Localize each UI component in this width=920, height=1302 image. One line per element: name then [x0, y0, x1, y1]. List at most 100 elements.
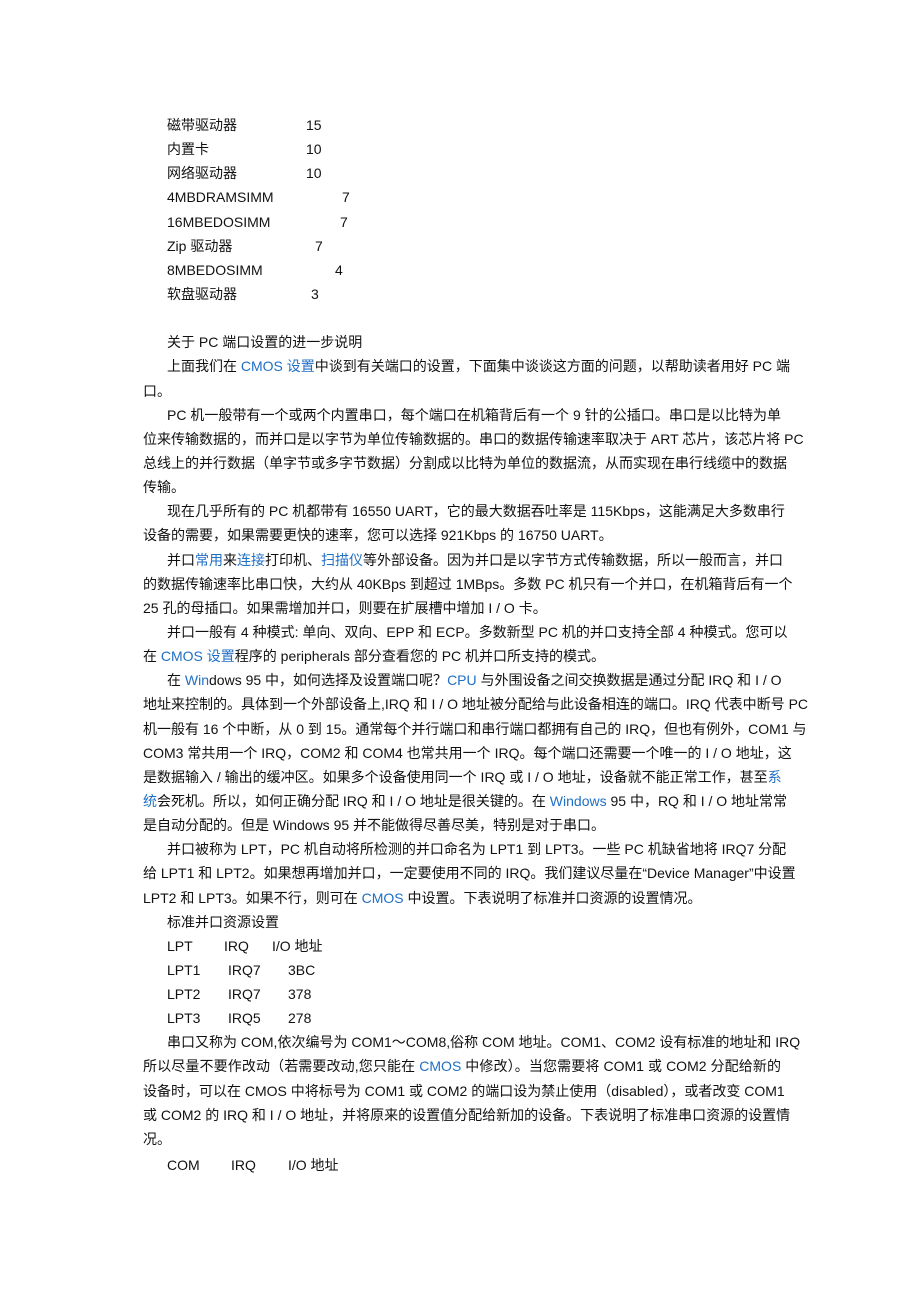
hyperlink[interactable]: 扫描仪	[321, 552, 363, 568]
paragraph-line: 传输。	[143, 475, 781, 499]
paragraph-line: 地址来控制的。具体到一个外部设备上,IRQ 和 I / O 地址被分配给与此设备…	[143, 692, 808, 716]
paragraph-line: 是自动分配的。但是 Windows 95 并不能做得尽善尽美，特别是对于串口。	[143, 813, 781, 837]
table-cell: I/O 地址	[288, 1157, 339, 1174]
table-cell: IRQ5	[228, 1010, 261, 1027]
text-segment: 现在几乎所有的 PC 机都带有 16550 UART，它的最大数据吞吐率是 11…	[167, 503, 785, 520]
device-count: 3	[311, 285, 319, 302]
paragraph-line: COM3 常共用一个 IRQ，COM2 和 COM4 也常共用一个 IRQ。每个…	[143, 741, 792, 765]
paragraph-line: 是数据输入 / 输出的缓冲区。如果多个设备使用同一个 IRQ 或 I / O 地…	[143, 765, 782, 789]
table-header-row: COM IRQ I/O 地址	[143, 1153, 781, 1177]
text-segment: 串口又称为 COM,依次编号为 COM1～COM8,俗称 COM 地址。COM1…	[167, 1034, 801, 1051]
text-segment: LPT2 和 LPT3。如果不行，则可在	[143, 889, 362, 906]
text-segment: 等外部设备。因为并口是以字节方式传输数据，所以一般而言，并口	[363, 551, 783, 568]
hyperlink[interactable]: 系	[768, 769, 782, 785]
text-segment: 或 COM2 的 IRQ 和 I / O 地址，并将原来的设置值分配给新加的设备…	[143, 1106, 791, 1123]
table-cell: I/O 地址	[272, 937, 323, 954]
hyperlink[interactable]: CPU	[447, 672, 477, 688]
table-cell: 378	[288, 986, 312, 1003]
text-segment: 给 LPT1 和 LPT2。如果想再增加并口，一定要使用不同的 IRQ。我们建议…	[143, 865, 796, 882]
table-cell: COM	[167, 1157, 200, 1174]
paragraph: 串口又称为 COM,依次编号为 COM1～COM8,俗称 COM 地址。COM1…	[143, 1030, 800, 1151]
paragraph-line: 串口又称为 COM,依次编号为 COM1～COM8,俗称 COM 地址。COM1…	[143, 1030, 800, 1054]
paragraph-line: 设备时，可以在 CMOS 中将标号为 COM1 或 COM2 的端口设为禁止使用…	[143, 1079, 785, 1103]
text-segment: 来	[223, 551, 237, 568]
paragraph-line: 机一般有 16 个中断，从 0 到 15。通常每个并行端口和串行端口都拥有自己的…	[143, 717, 807, 741]
paragraph-line: 并口被称为 LPT，PC 机自动将所检测的并口命名为 LPT1 到 LPT3。一…	[143, 837, 786, 861]
paragraph: 并口被称为 LPT，PC 机自动将所检测的并口命名为 LPT1 到 LPT3。一…	[143, 837, 796, 910]
device-count: 10	[306, 141, 322, 158]
device-count: 7	[342, 189, 350, 206]
paragraph-line: 并口一般有 4 种模式: 单向、双向、EPP 和 ECP。多数新型 PC 机的并…	[143, 620, 787, 644]
table-cell: IRQ	[224, 937, 249, 954]
paragraph: 在 Windows 95 中，如何选择及设置端口呢？CPU 与外围设备之间交换数…	[143, 668, 808, 837]
text-segment: 在	[167, 672, 185, 689]
device-list-item: 内置卡 10	[143, 137, 781, 161]
paragraph-line: 统会死机。所以，如何正确分配 IRQ 和 I / O 地址是很关键的。在 Win…	[143, 789, 787, 813]
paragraph-line: 并口常用来连接打印机、扫描仪等外部设备。因为并口是以字节方式传输数据，所以一般而…	[143, 548, 783, 572]
hyperlink[interactable]: CMOS 设置	[241, 358, 315, 374]
paragraph-line: 况。	[143, 1127, 781, 1151]
section-title: 关于 PC 端口设置的进一步说明	[167, 334, 363, 351]
hyperlink[interactable]: CMOS 设置	[161, 648, 235, 664]
text-segment: 的数据传输速率比串口快，大约从 40KBps 到超过 1MBps。多数 PC 机…	[143, 575, 793, 592]
device-list-item: 软盘驱动器 3	[143, 282, 781, 306]
device-name: 软盘驱动器	[167, 285, 237, 302]
paragraph-line: 所以尽量不要作改动（若需要改动,您只能在 CMOS 中修改）。当您需要将 COM…	[143, 1054, 781, 1078]
text-segment: 中谈到有关端口的设置，下面集中谈谈这方面的问题，以帮助读者用好 PC 端	[314, 358, 791, 375]
paragraph-line: PC 机一般带有一个或两个内置串口，每个端口在机箱背后有一个 9 针的公插口。串…	[143, 403, 781, 427]
text-segment: 并口	[167, 551, 195, 568]
text-segment: 位来传输数据的，而并口是以字节为单位传输数据的。串口的数据传输速率取决于 ART…	[143, 430, 804, 447]
device-list-item: 4MBDRAMSIMM 7	[143, 185, 781, 209]
text-segment: 机一般有 16 个中断，从 0 到 15。通常每个并行端口和串行端口都拥有自己的…	[143, 720, 807, 737]
table-row: LPT3 IRQ5 278	[143, 1006, 781, 1030]
text-segment: COM3 常共用一个 IRQ，COM2 和 COM4 也常共用一个 IRQ。每个…	[143, 744, 792, 761]
device-name: 网络驱动器	[167, 165, 237, 182]
text-segment: 是自动分配的。但是 Windows 95 并不能做得尽善尽美，特别是对于串口。	[143, 817, 606, 834]
table-cell: IRQ7	[228, 961, 261, 978]
device-name: Zip 驱动器	[167, 237, 233, 254]
device-name: 16MBEDOSIMM	[167, 213, 271, 230]
text-segment: 并口一般有 4 种模式: 单向、双向、EPP 和 ECP。多数新型 PC 机的并…	[167, 623, 788, 640]
paragraph: 并口常用来连接打印机、扫描仪等外部设备。因为并口是以字节方式传输数据，所以一般而…	[143, 548, 793, 620]
text-segment: 25 孔的母插口。如果需增加并口，则要在扩展槽中增加 I / O 卡。	[143, 599, 547, 616]
hyperlink[interactable]: 连接	[237, 552, 265, 568]
text-segment: 口。	[143, 382, 171, 399]
table-cell: LPT2	[167, 986, 201, 1003]
paragraph: PC 机一般带有一个或两个内置串口，每个端口在机箱背后有一个 9 针的公插口。串…	[143, 403, 804, 500]
paragraph: 并口一般有 4 种模式: 单向、双向、EPP 和 ECP。多数新型 PC 机的并…	[143, 620, 787, 668]
paragraph-line: LPT2 和 LPT3。如果不行，则可在 CMOS 中设置。下表说明了标准并口资…	[143, 886, 781, 910]
hyperlink[interactable]: Windows	[550, 793, 607, 809]
table-row: LPT2 IRQ7 378	[143, 982, 781, 1006]
table-cell: LPT3	[167, 1010, 201, 1027]
table-cell: 278	[288, 1010, 312, 1027]
device-count: 7	[315, 237, 323, 254]
text-segment: 在	[143, 648, 161, 665]
hyperlink[interactable]: Win	[185, 672, 209, 688]
device-count: 4	[335, 261, 343, 278]
paragraph-line: 上面我们在 CMOS 设置中谈到有关端口的设置，下面集中谈谈这方面的问题，以帮助…	[143, 354, 790, 378]
paragraph: 现在几乎所有的 PC 机都带有 16550 UART，它的最大数据吞吐率是 11…	[143, 499, 785, 547]
hyperlink[interactable]: 常用	[195, 552, 223, 568]
table-caption: 标准并口资源设置	[167, 913, 279, 930]
paragraph-line: 的数据传输速率比串口快，大约从 40KBps 到超过 1MBps。多数 PC 机…	[143, 572, 793, 596]
paragraph-line: 总线上的并行数据（单字节或多字节数据）分割成以比特为单位的数据流，从而实现在串行…	[143, 451, 787, 475]
device-list-item: 磁带驱动器 15	[143, 113, 781, 137]
device-list-item: 16MBEDOSIMM 7	[143, 210, 781, 234]
table-cell: LPT	[167, 937, 193, 954]
device-name: 内置卡	[167, 141, 209, 158]
hyperlink[interactable]: 统	[143, 793, 157, 809]
paragraph-line: 25 孔的母插口。如果需增加并口，则要在扩展槽中增加 I / O 卡。	[143, 596, 781, 620]
device-list-item: 网络驱动器 10	[143, 161, 781, 185]
text-segment: 95 中，RQ 和 I / O 地址常常	[606, 792, 788, 809]
hyperlink[interactable]: CMOS	[362, 890, 404, 906]
device-count: 15	[306, 117, 322, 133]
device-count: 10	[306, 165, 322, 182]
paragraph-line: 或 COM2 的 IRQ 和 I / O 地址，并将原来的设置值分配给新加的设备…	[143, 1103, 790, 1127]
document-body: 磁带驱动器 15 内置卡 10 网络驱动器 10 4MBDRAMSIMM 7 16MBEDOSI…	[143, 113, 808, 1177]
text-segment: PC 机一般带有一个或两个内置串口，每个端口在机箱背后有一个 9 针的公插口。串…	[167, 406, 781, 423]
hyperlink[interactable]: CMOS	[419, 1058, 461, 1074]
device-count: 7	[340, 213, 348, 230]
text-segment: 会死机。所以，如何正确分配 IRQ 和 I / O 地址是很关键的。在	[157, 792, 550, 809]
text-segment: 所以尽量不要作改动（若需要改动,您只能在	[143, 1058, 420, 1075]
